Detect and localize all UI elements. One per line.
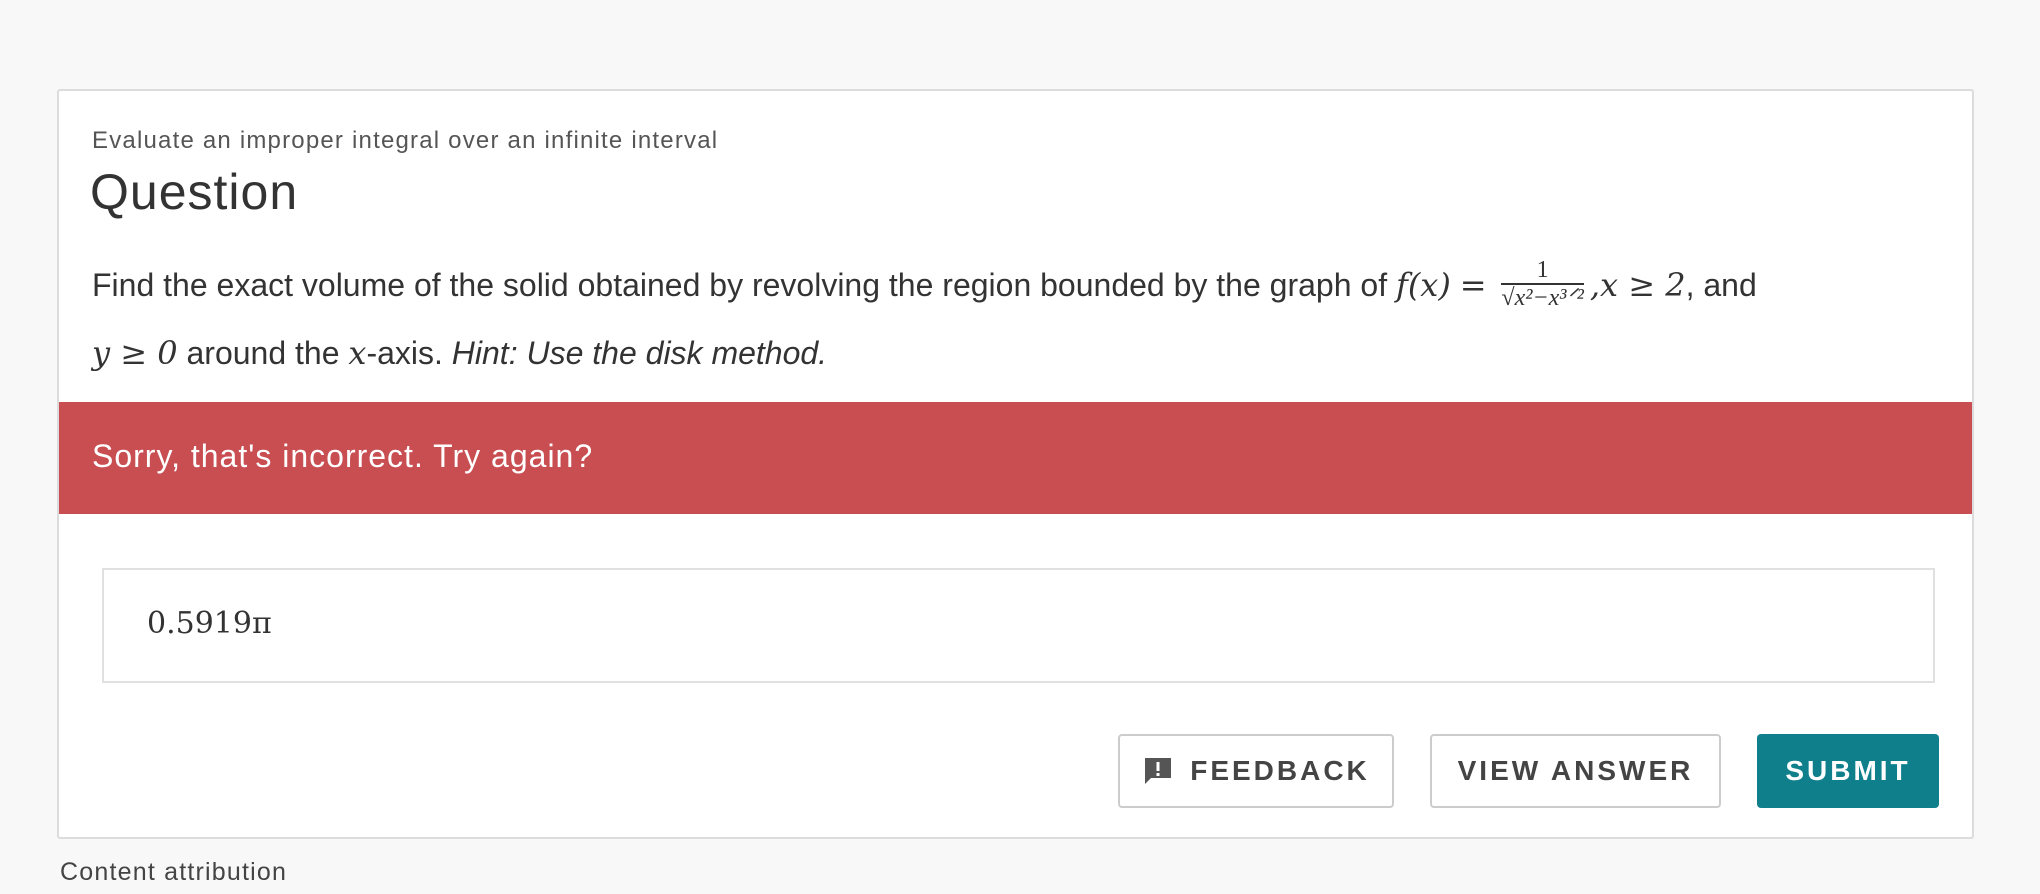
- feedback-icon: [1142, 755, 1174, 787]
- prompt-text-3: around the: [186, 335, 340, 371]
- feedback-label: FEEDBACK: [1190, 755, 1370, 786]
- hint-text: Hint: Use the disk method.: [451, 335, 828, 371]
- prompt-text-4: -axis.: [366, 335, 443, 371]
- domain-condition: ,x ≥ 2: [1589, 266, 1686, 304]
- function-label: f(x): [1395, 266, 1451, 304]
- question-title: Question: [90, 164, 299, 220]
- content-attribution-link[interactable]: Content attribution: [60, 858, 287, 887]
- equals-sign: =: [1459, 266, 1487, 304]
- prompt-text-1: Find the exact volume of the solid obtai…: [92, 267, 1388, 303]
- function-fraction: 1 √x²−x³ᐟ²: [1501, 257, 1584, 311]
- submit-button[interactable]: SUBMIT: [1757, 734, 1939, 808]
- question-prompt: Find the exact volume of the solid obtai…: [92, 251, 1952, 387]
- axis-variable: x: [348, 334, 367, 372]
- view-answer-button[interactable]: VIEW ANSWER: [1430, 734, 1721, 808]
- incorrect-banner: Sorry, that's incorrect. Try again?: [59, 402, 1972, 514]
- answer-input[interactable]: 0.5919π: [102, 568, 1935, 683]
- question-subtitle: Evaluate an improper integral over an in…: [92, 127, 719, 154]
- y-condition: y ≥ 0: [92, 334, 178, 372]
- prompt-text-2: , and: [1685, 267, 1757, 303]
- incorrect-message: Sorry, that's incorrect. Try again?: [92, 438, 594, 474]
- answer-value[interactable]: 0.5919π: [147, 606, 272, 641]
- question-card: Evaluate an improper integral over an in…: [57, 89, 1974, 839]
- fraction-denominator: √x²−x³ᐟ²: [1501, 284, 1584, 311]
- fraction-numerator: 1: [1501, 257, 1584, 285]
- feedback-button[interactable]: FEEDBACK: [1118, 734, 1394, 808]
